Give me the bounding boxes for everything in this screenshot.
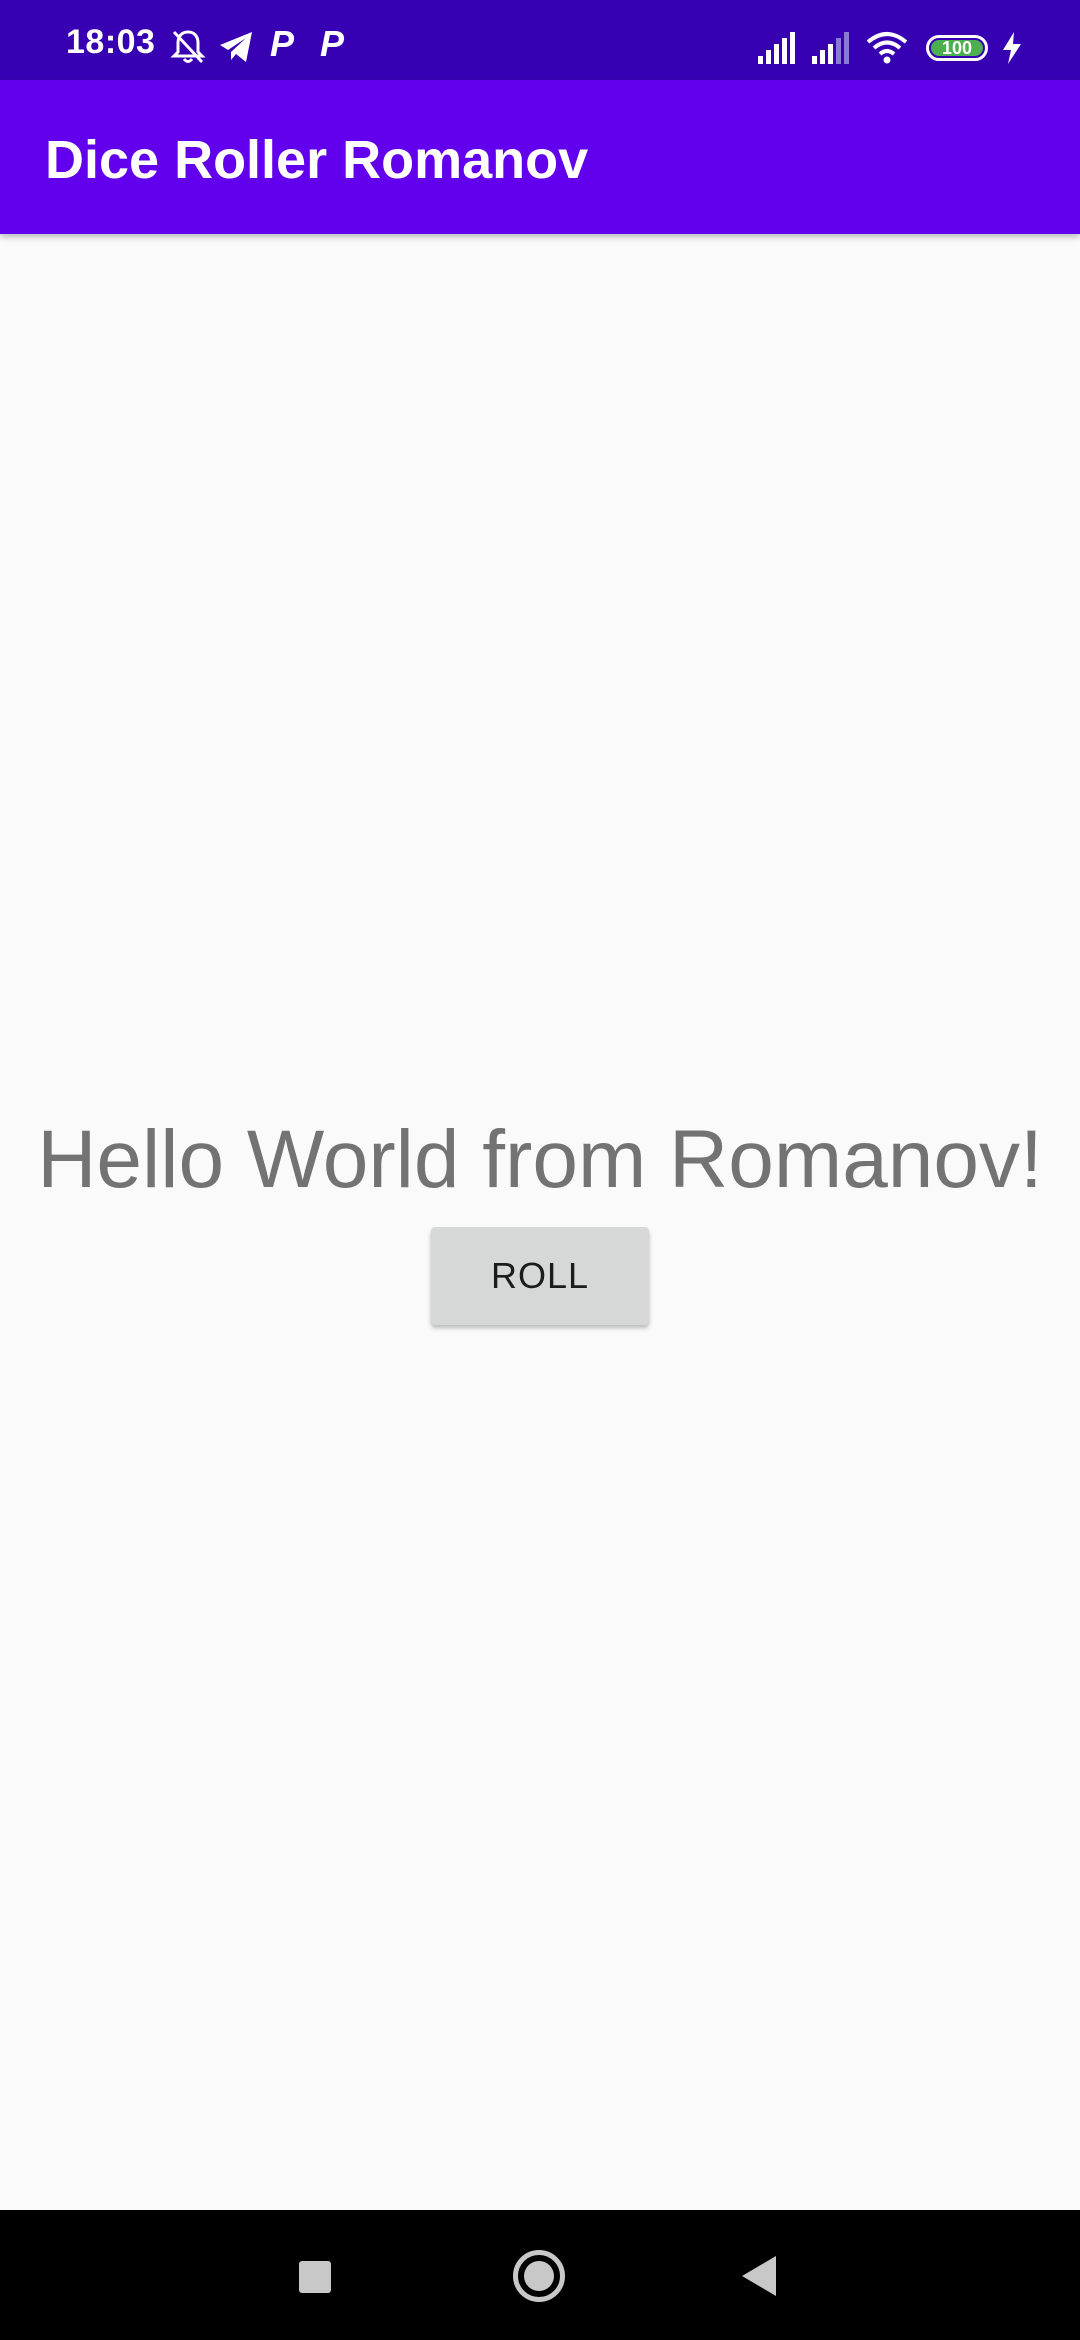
status-time: 18:03: [66, 23, 156, 61]
back-icon[interactable]: [742, 2256, 776, 2296]
signal-icon: [810, 32, 852, 69]
telegram-icon: [218, 30, 254, 69]
muted-bell-icon: [170, 28, 206, 71]
signal-icon: [756, 32, 798, 69]
app-title: Dice Roller Romanov: [45, 130, 589, 190]
p-icon: P: [270, 23, 295, 64]
home-icon-inner: [524, 2261, 554, 2291]
recents-icon[interactable]: [299, 2261, 331, 2293]
battery-fill: 100: [931, 38, 983, 58]
app-bar: Dice Roller Romanov: [0, 80, 1080, 234]
battery-level: 100: [941, 38, 973, 58]
wifi-icon: [866, 30, 908, 69]
navigation-bar: [0, 2210, 1080, 2340]
home-icon[interactable]: [513, 2250, 565, 2302]
battery-icon: 100: [926, 35, 988, 61]
p-icon: P: [320, 23, 345, 64]
charging-icon: [1000, 32, 1024, 69]
app-screen: 18:03 P P 100 Dice Roller Romanov Hello …: [0, 0, 1080, 2340]
roll-button[interactable]: ROLL: [431, 1227, 649, 1325]
status-bar: 18:03 P P 100: [0, 0, 1080, 80]
greeting-text: Hello World from Romanov!: [37, 1114, 1043, 1205]
